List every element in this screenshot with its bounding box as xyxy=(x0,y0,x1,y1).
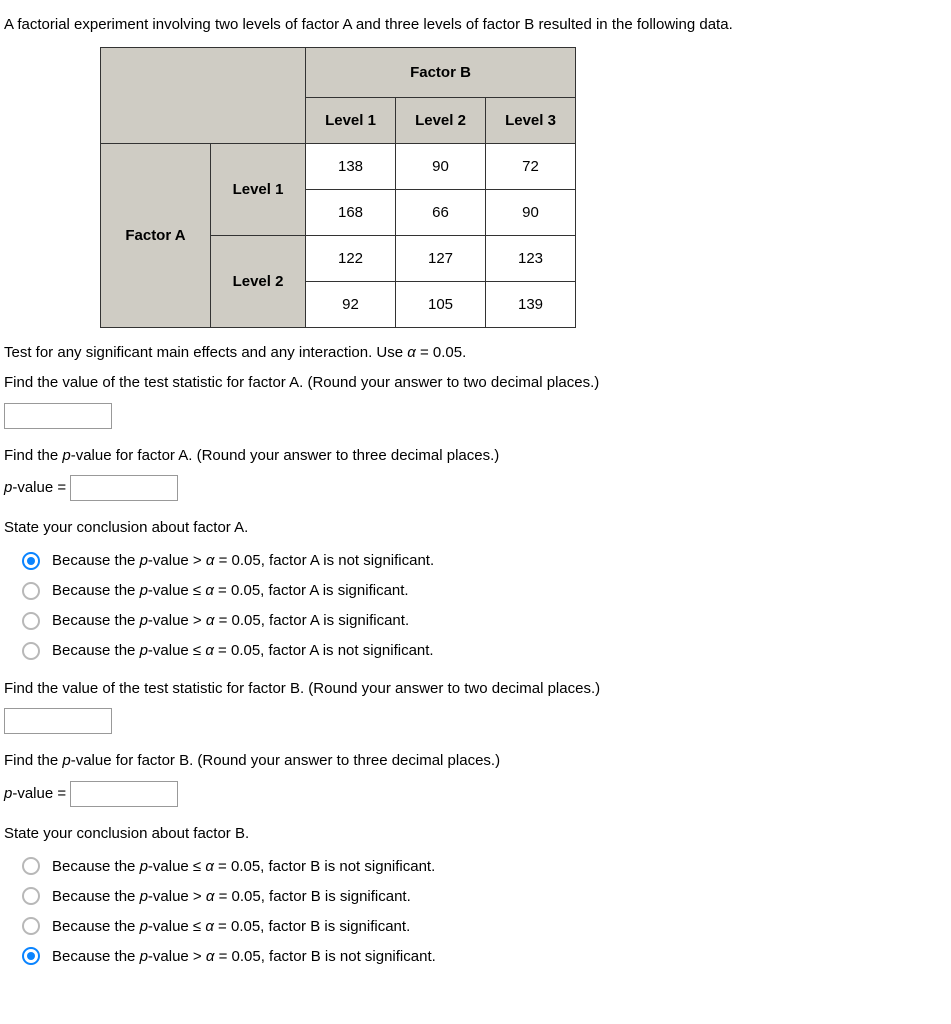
radio-icon xyxy=(22,552,40,570)
factor-a-option-1-label: Because the p-value ≤ α = 0.05, factor A… xyxy=(52,582,409,599)
cell-3-2: 139 xyxy=(486,281,576,327)
factor-a-option-1[interactable]: Because the p-value ≤ α = 0.05, factor A… xyxy=(4,578,947,604)
factor-a-pvalue-label: p-value = xyxy=(4,479,70,496)
cell-0-2: 72 xyxy=(486,143,576,189)
row-header-2: Level 2 xyxy=(211,235,306,327)
factor-b-option-2[interactable]: Because the p-value ≤ α = 0.05, factor B… xyxy=(4,913,947,939)
row-header-1: Level 1 xyxy=(211,143,306,235)
radio-icon xyxy=(22,857,40,875)
cell-1-2: 90 xyxy=(486,189,576,235)
factor-b-option-0[interactable]: Because the p-value ≤ α = 0.05, factor B… xyxy=(4,853,947,879)
factor-a-pvalue-prompt-text: Find the p-value for factor A. (Round yo… xyxy=(4,447,499,464)
blank-header xyxy=(101,47,306,143)
radio-icon xyxy=(22,582,40,600)
instruction-text: Test for any significant main effects an… xyxy=(4,342,947,365)
factor-a-option-0-label: Because the p-value > α = 0.05, factor A… xyxy=(52,552,434,569)
factor-a-test-stat-input[interactable] xyxy=(4,403,112,429)
cell-2-2: 123 xyxy=(486,235,576,281)
factor-b-option-0-label: Because the p-value ≤ α = 0.05, factor B… xyxy=(52,858,435,875)
factor-b-option-1[interactable]: Because the p-value > α = 0.05, factor B… xyxy=(4,883,947,909)
instruction-span: Test for any significant main effects an… xyxy=(4,344,466,361)
cell-2-0: 122 xyxy=(306,235,396,281)
factor-b-header: Factor B xyxy=(306,47,576,97)
data-table: Factor B Level 1 Level 2 Level 3 Factor … xyxy=(100,47,576,328)
factor-a-option-3-label: Because the p-value ≤ α = 0.05, factor A… xyxy=(52,642,434,659)
factor-b-pvalue-input[interactable] xyxy=(70,781,178,807)
factor-a-header: Factor A xyxy=(101,143,211,327)
radio-icon xyxy=(22,612,40,630)
factor-b-conclusion-prompt: State your conclusion about factor B. xyxy=(4,823,947,846)
intro-text: A factorial experiment involving two lev… xyxy=(4,14,947,37)
factor-a-option-0[interactable]: Because the p-value > α = 0.05, factor A… xyxy=(4,548,947,574)
cell-3-0: 92 xyxy=(306,281,396,327)
cell-2-1: 127 xyxy=(396,235,486,281)
factor-a-conclusion-prompt: State your conclusion about factor A. xyxy=(4,517,947,540)
factor-b-radio-group: Because the p-value ≤ α = 0.05, factor B… xyxy=(4,853,947,969)
factor-a-radio-group: Because the p-value > α = 0.05, factor A… xyxy=(4,548,947,664)
radio-icon xyxy=(22,917,40,935)
factor-b-pvalue-prompt: Find the p-value for factor B. (Round yo… xyxy=(4,750,947,773)
factor-a-option-2-label: Because the p-value > α = 0.05, factor A… xyxy=(52,612,409,629)
data-table-wrap: Factor B Level 1 Level 2 Level 3 Factor … xyxy=(100,47,947,328)
cell-0-0: 138 xyxy=(306,143,396,189)
col-header-1: Level 1 xyxy=(306,97,396,143)
radio-icon xyxy=(22,887,40,905)
cell-1-0: 168 xyxy=(306,189,396,235)
factor-a-pvalue-prompt: Find the p-value for factor A. (Round yo… xyxy=(4,445,947,468)
cell-1-1: 66 xyxy=(396,189,486,235)
factor-b-test-stat-prompt: Find the value of the test statistic for… xyxy=(4,678,947,701)
radio-icon xyxy=(22,642,40,660)
factor-a-option-2[interactable]: Because the p-value > α = 0.05, factor A… xyxy=(4,608,947,634)
factor-a-test-stat-prompt: Find the value of the test statistic for… xyxy=(4,372,947,395)
cell-3-1: 105 xyxy=(396,281,486,327)
cell-0-1: 90 xyxy=(396,143,486,189)
col-header-2: Level 2 xyxy=(396,97,486,143)
radio-icon xyxy=(22,947,40,965)
factor-b-option-1-label: Because the p-value > α = 0.05, factor B… xyxy=(52,888,411,905)
factor-b-option-3[interactable]: Because the p-value > α = 0.05, factor B… xyxy=(4,943,947,969)
factor-b-pvalue-label: p-value = xyxy=(4,784,70,801)
factor-b-test-stat-input[interactable] xyxy=(4,708,112,734)
factor-a-option-3[interactable]: Because the p-value ≤ α = 0.05, factor A… xyxy=(4,638,947,664)
factor-b-option-2-label: Because the p-value ≤ α = 0.05, factor B… xyxy=(52,918,410,935)
factor-b-pvalue-prompt-text: Find the p-value for factor B. (Round yo… xyxy=(4,752,500,769)
factor-b-option-3-label: Because the p-value > α = 0.05, factor B… xyxy=(52,948,436,965)
col-header-3: Level 3 xyxy=(486,97,576,143)
factor-a-pvalue-input[interactable] xyxy=(70,475,178,501)
